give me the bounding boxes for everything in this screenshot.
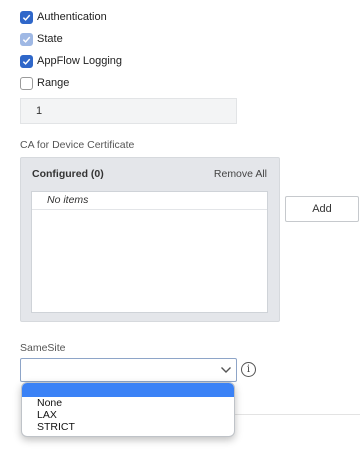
state-checkbox-row: State (20, 32, 63, 46)
range-checkbox[interactable] (20, 76, 33, 90)
add-button[interactable]: Add (285, 196, 359, 222)
empty-list-message: No items (32, 192, 267, 210)
checkmark-icon (22, 58, 31, 65)
divider (230, 414, 360, 415)
remove-all-link[interactable]: Remove All (214, 168, 267, 180)
authentication-label: Authentication (37, 11, 107, 23)
range-label: Range (37, 77, 70, 89)
configured-list[interactable]: No items (31, 191, 268, 313)
authentication-checkbox[interactable] (20, 10, 33, 24)
appflow-logging-checkbox[interactable] (20, 54, 33, 68)
ca-device-certificate-label: CA for Device Certificate (20, 139, 135, 151)
state-label: State (37, 33, 63, 45)
state-checkbox (20, 32, 33, 46)
range-checkbox-row[interactable]: Range (20, 76, 69, 90)
configured-title: Configured (0) (32, 168, 104, 180)
dropdown-option-none[interactable]: None (22, 397, 234, 409)
dropdown-option-lax[interactable]: LAX (22, 409, 234, 421)
dropdown-highlight-empty-option[interactable] (22, 383, 234, 397)
authentication-checkbox-row[interactable]: Authentication (20, 10, 107, 24)
checkmark-icon (22, 14, 31, 21)
chevron-down-icon (221, 367, 231, 373)
samesite-dropdown-list[interactable]: None LAX STRICT (21, 382, 235, 437)
samesite-select[interactable] (20, 358, 237, 382)
appflow-logging-checkbox-row[interactable]: AppFlow Logging (20, 54, 122, 68)
dropdown-option-strict[interactable]: STRICT (22, 421, 234, 433)
ca-configured-panel: Configured (0) Remove All No items (20, 157, 280, 322)
appflow-logging-label: AppFlow Logging (37, 55, 123, 67)
samesite-label: SameSite (20, 342, 66, 354)
range-value-input[interactable]: 1 (20, 98, 237, 124)
info-icon[interactable]: i (241, 362, 256, 377)
checkmark-icon (22, 36, 31, 43)
